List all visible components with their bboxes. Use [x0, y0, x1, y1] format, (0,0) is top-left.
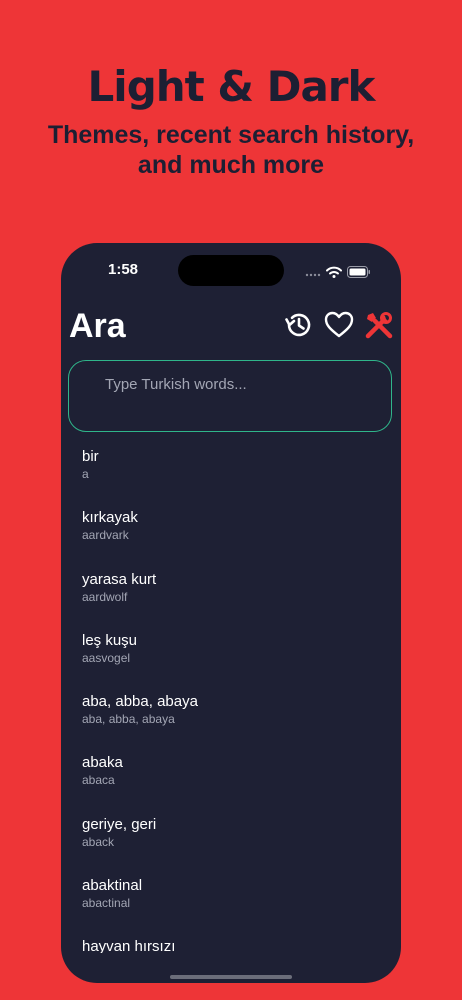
- word-list[interactable]: bir a kırkayak aardvark yarasa kurt aard…: [61, 448, 401, 953]
- promo-title: Light & Dark: [87, 62, 376, 111]
- word-turkish: abaka: [82, 754, 123, 772]
- home-indicator[interactable]: [170, 975, 292, 979]
- page-title: Ara: [69, 307, 126, 345]
- signal-icon: [305, 263, 321, 282]
- list-item[interactable]: abaka abaca: [61, 754, 401, 815]
- status-icons: [305, 263, 371, 282]
- word-turkish: kırkayak: [82, 509, 138, 527]
- word-english: abactinal: [82, 896, 131, 911]
- word-turkish: bir: [82, 448, 99, 465]
- history-button[interactable]: [283, 311, 315, 343]
- word-english: a: [82, 467, 89, 481]
- phone-screen: 1:58 Ara Type Turkish words... bir a kır…: [61, 243, 401, 983]
- list-item[interactable]: yarasa kurt aardwolf: [61, 571, 401, 632]
- dynamic-island: [178, 255, 284, 286]
- word-english: aba, abba, abaya: [82, 712, 175, 727]
- heart-icon: [324, 311, 354, 343]
- word-turkish: abaktinal: [82, 877, 143, 895]
- word-turkish: hayvan hırsızı: [82, 938, 176, 953]
- search-box[interactable]: [68, 360, 392, 432]
- tools-icon: [363, 309, 395, 345]
- list-item[interactable]: aba, abba, abaya aba, abba, abaya: [61, 693, 401, 754]
- settings-button[interactable]: [363, 311, 395, 343]
- header-actions: [283, 311, 395, 343]
- list-item[interactable]: geriye, geri aback: [61, 816, 401, 877]
- promo-subtitle: Themes, recent search history, and much …: [47, 121, 415, 179]
- status-time: 1:58: [108, 261, 139, 278]
- list-item[interactable]: leş kuşu aasvogel: [61, 632, 401, 693]
- search-input[interactable]: [103, 375, 367, 394]
- word-english: aasvogel: [82, 650, 131, 665]
- word-turkish: aba, abba, abaya: [82, 693, 198, 711]
- word-turkish: yarasa kurt: [82, 570, 157, 588]
- list-item[interactable]: abaktinal abactinal: [61, 877, 401, 938]
- word-english: aback: [82, 834, 115, 849]
- list-item[interactable]: kırkayak aardvark: [61, 509, 401, 570]
- word-english: aardwolf: [82, 589, 128, 604]
- favorites-button[interactable]: [323, 311, 355, 343]
- word-turkish: leş kuşu: [82, 631, 138, 649]
- word-english: abaca: [82, 773, 115, 788]
- history-icon: [283, 309, 315, 345]
- wifi-icon: [326, 263, 342, 282]
- list-item[interactable]: hayvan hırsızı: [61, 938, 401, 953]
- battery-icon: [347, 263, 371, 282]
- word-turkish: geriye, geri: [82, 815, 157, 833]
- list-item[interactable]: bir a: [61, 448, 401, 509]
- word-english: aardvark: [82, 528, 129, 543]
